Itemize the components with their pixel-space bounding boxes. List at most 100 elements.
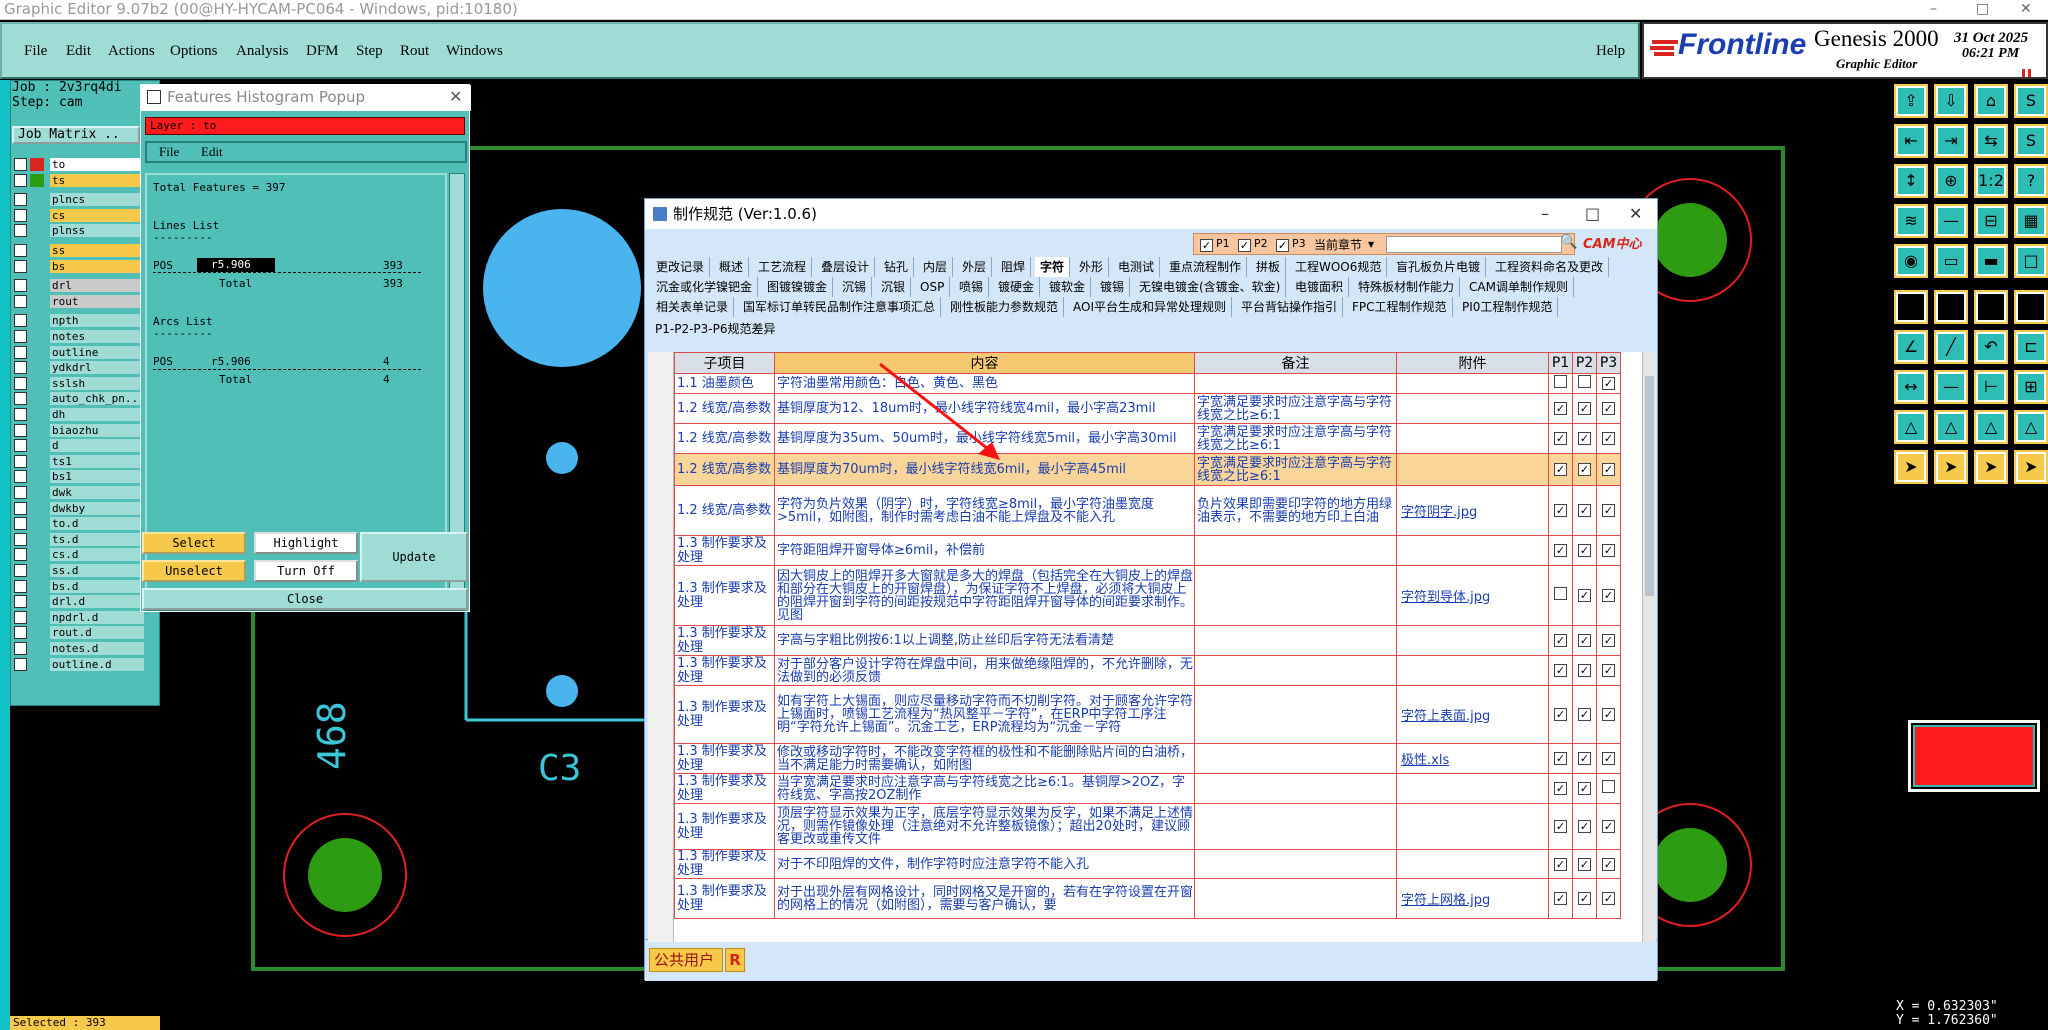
- tab-item[interactable]: 平台背钻操作指引: [1236, 297, 1344, 317]
- tab-item[interactable]: 沉锡: [837, 277, 873, 297]
- tab-item[interactable]: 相关表单记录: [651, 297, 735, 317]
- maximize-button[interactable]: □: [1976, 0, 1989, 18]
- frame-icon[interactable]: ▭: [2014, 290, 2048, 324]
- bar-icon[interactable]: ▬: [1974, 244, 2008, 278]
- swap-icon[interactable]: ⇆: [1974, 124, 2008, 158]
- tab-item[interactable]: 重点流程制作: [1164, 257, 1248, 277]
- p3-checkbox[interactable]: ✓: [1596, 655, 1621, 686]
- p3-checkbox[interactable]: ✓: [1596, 535, 1621, 566]
- tab-item[interactable]: 内层: [918, 257, 954, 277]
- p2-checkbox[interactable]: ✓: [1572, 655, 1597, 686]
- p3-checkbox[interactable]: ✓: [1596, 453, 1621, 486]
- tab-item[interactable]: FPC工程制作规范: [1347, 297, 1453, 317]
- attachment-link[interactable]: [1396, 393, 1549, 424]
- tab-item[interactable]: OSP: [915, 277, 951, 297]
- tab-item[interactable]: 工程WOO6规范: [1290, 257, 1388, 277]
- tab-item[interactable]: 图镀镍镀金: [762, 277, 834, 297]
- table-row[interactable]: 1.2 线宽/高参数 基铜厚度为70um时，最小线字符线宽6mil，最小字高45m…: [674, 453, 1621, 486]
- p1-checkbox[interactable]: ✓: [1548, 423, 1573, 454]
- pointer2-icon[interactable]: ➤: [1934, 450, 1968, 484]
- p2-checkbox[interactable]: ✓: [1572, 453, 1597, 486]
- table-row[interactable]: 1.3 制作要求及处理 如有字符上大锡面，则应尽量移动字符而不切削字符。对于顾客允…: [674, 685, 1621, 744]
- p3-checkbox[interactable]: ✓: [1596, 485, 1621, 536]
- scroll-thumb[interactable]: [1645, 376, 1654, 596]
- p3-checkbox[interactable]: ✓: [1596, 878, 1621, 919]
- tab-item[interactable]: 电测试: [1113, 257, 1161, 277]
- attachment-link[interactable]: 字符上网格.jpg: [1396, 878, 1549, 919]
- menu-actions[interactable]: Actions: [108, 43, 155, 60]
- p2-checkbox[interactable]: ✓: [1572, 393, 1597, 424]
- table-icon[interactable]: ⊞: [2014, 370, 2048, 404]
- p2-checkbox[interactable]: ✓: [1572, 849, 1597, 879]
- p1-checkbox[interactable]: ✓: [1548, 485, 1573, 536]
- p2-checkbox[interactable]: ✓: [1572, 485, 1597, 536]
- chevron-down-icon[interactable]: ▼: [1368, 240, 1374, 249]
- col-p1[interactable]: P1: [1548, 352, 1573, 374]
- menu-options[interactable]: Options: [170, 43, 218, 60]
- box-icon[interactable]: □: [2014, 244, 2048, 278]
- p3-checkbox[interactable]: ✓: [1596, 685, 1621, 744]
- undo-icon[interactable]: ↶: [1974, 330, 2008, 364]
- tab-item[interactable]: 镀锡: [1095, 277, 1131, 297]
- menu-windows[interactable]: Windows: [446, 43, 503, 60]
- tab-item[interactable]: 更改记录: [651, 257, 711, 277]
- minimize-button[interactable]: –: [1930, 0, 1937, 18]
- tab-item[interactable]: 盲孔板负片电镀: [1391, 257, 1487, 277]
- p1-checkbox[interactable]: [1548, 373, 1573, 394]
- close-button[interactable]: ✕: [2020, 0, 2032, 18]
- close-button[interactable]: ✕: [1629, 199, 1642, 229]
- table-row[interactable]: 1.2 线宽/高参数 基铜厚度为12、18um时，最小线字符线宽4mil，最小字高…: [674, 393, 1621, 424]
- triangle2-icon[interactable]: △: [1934, 410, 1968, 444]
- split-icon[interactable]: ⊟: [1974, 204, 2008, 238]
- tab-item[interactable]: 叠层设计: [816, 257, 876, 277]
- help-icon[interactable]: ?: [2014, 164, 2048, 198]
- p1-checkbox[interactable]: ✓: [1548, 803, 1573, 850]
- p3-checkbox[interactable]: ✓: [1596, 803, 1621, 850]
- table-row[interactable]: 1.3 制作要求及处理 对于不印阻焊的文件，制作字符时应注意字符不能入孔 ✓ ✓ ✓: [674, 849, 1621, 879]
- attachment-link[interactable]: [1396, 655, 1549, 686]
- p2-checkbox[interactable]: ✓: [1572, 803, 1597, 850]
- tab-item[interactable]: 电镀面积: [1290, 277, 1350, 297]
- p2-checkbox[interactable]: ✓: [1572, 535, 1597, 566]
- grid-icon[interactable]: ▦: [2014, 204, 2048, 238]
- bracket-icon[interactable]: ⊏: [2014, 330, 2048, 364]
- tab-item[interactable]: 外层: [957, 257, 993, 277]
- unselect-button[interactable]: Unselect: [142, 560, 246, 582]
- tab-item[interactable]: 拼板: [1251, 257, 1287, 277]
- line-icon[interactable]: —: [1934, 204, 1968, 238]
- search-icon[interactable]: 🔍: [1560, 234, 1578, 254]
- attachment-link[interactable]: [1396, 803, 1549, 850]
- maximize-button[interactable]: □: [1585, 199, 1600, 229]
- table-row[interactable]: 1.2 线宽/高参数基铜厚度为35um、50um时，最小线字符线宽5mil，最小…: [674, 423, 1621, 454]
- p2-checkbox[interactable]: ✓: [1572, 423, 1597, 454]
- dash-icon[interactable]: —: [1934, 370, 1968, 404]
- p1-checkbox[interactable]: ✓: [1548, 535, 1573, 566]
- p3-checkbox[interactable]: ✓: [1596, 393, 1621, 424]
- p2-check[interactable]: ✓: [1238, 238, 1251, 253]
- table-row[interactable]: 1.3 制作要求及处理 因大铜皮上的阻焊开多大窗就是多大的焊盘（包括完全在大铜皮上…: [674, 565, 1621, 626]
- tab-item[interactable]: 工艺流程: [753, 257, 813, 277]
- move-icon[interactable]: ↗: [1974, 290, 2008, 324]
- zoom-icon[interactable]: ↕: [1894, 164, 1928, 198]
- menu-file[interactable]: File: [24, 43, 47, 60]
- table-row[interactable]: 1.3 制作要求及处理 字高与字粗比例按6:1以上调整,防止丝印后字符无法看清楚 ✓…: [674, 625, 1621, 656]
- popup-menu-edit[interactable]: Edit: [201, 143, 223, 161]
- menu-step[interactable]: Step: [356, 43, 383, 60]
- table-row[interactable]: 1.2 线宽/高参数 字符为负片效果（阴字）时，字符线宽≥8mil，最小字符油墨宽…: [674, 485, 1621, 536]
- attachment-link[interactable]: [1396, 423, 1549, 454]
- col-sub[interactable]: 子项目: [674, 352, 775, 374]
- slash-icon[interactable]: ╱: [1934, 330, 1968, 364]
- attachment-link[interactable]: 字符上表面.jpg: [1396, 685, 1549, 744]
- menu-edit[interactable]: Edit: [66, 43, 91, 60]
- tab-item[interactable]: 字符: [1035, 257, 1071, 277]
- search-input[interactable]: [1386, 236, 1562, 253]
- tab-item[interactable]: 阻焊: [996, 257, 1032, 277]
- attachment-link[interactable]: 极性.xls: [1396, 743, 1549, 774]
- angle-icon[interactable]: ∠: [1894, 330, 1928, 364]
- layers-icon[interactable]: ≋: [1894, 204, 1928, 238]
- table-row[interactable]: 1.3 制作要求及处理 对于部分客户设计字符在焊盘中间，用来做绝缘阻焊的，不允许删…: [674, 655, 1621, 686]
- tab-item[interactable]: 镀硬金: [993, 277, 1041, 297]
- left-icon[interactable]: ⇤: [1894, 124, 1928, 158]
- menu-analysis[interactable]: Analysis: [236, 43, 289, 60]
- step-icon[interactable]: S: [2014, 84, 2048, 118]
